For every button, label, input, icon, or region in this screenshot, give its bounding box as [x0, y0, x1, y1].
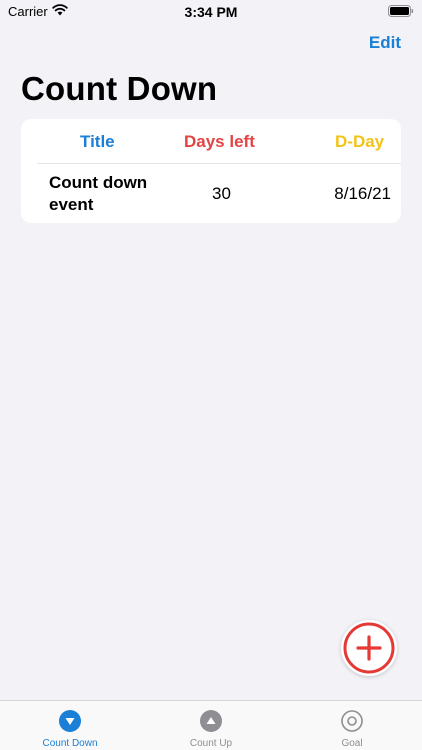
- status-bar: Carrier 3:34 PM: [0, 0, 422, 24]
- header-title: Title: [80, 132, 115, 151]
- header-dday: D-Day: [335, 132, 385, 151]
- add-event-button[interactable]: [341, 620, 397, 676]
- header-days-left: Days left: [184, 132, 255, 151]
- row-days-left: 30: [212, 184, 231, 203]
- screen: Carrier 3:34 PM Edit Count Down Title Da…: [0, 0, 422, 750]
- status-time: 3:34 PM: [184, 4, 238, 20]
- target-circle-icon: [341, 710, 363, 737]
- tab-count-up[interactable]: Count Up: [141, 701, 281, 750]
- countdown-table: Title Days left D-Day Count down event 3…: [21, 119, 401, 223]
- table-row[interactable]: Count down event 30 8/16/21: [21, 164, 401, 223]
- tab-goal[interactable]: Goal: [282, 701, 422, 750]
- row-dday: 8/16/21: [334, 184, 391, 203]
- triangle-down-circle-icon: [59, 710, 81, 737]
- tab-label-goal: Goal: [341, 738, 363, 749]
- tab-label-count-up: Count Up: [189, 738, 233, 749]
- battery-icon: [388, 5, 414, 20]
- tab-bar: Count Down Count Up Goal: [0, 700, 422, 750]
- page-title: Count Down: [21, 70, 218, 107]
- plus-circle-icon: [343, 622, 395, 674]
- triangle-up-circle-icon: [200, 710, 222, 737]
- tab-label-count-down: Count Down: [42, 738, 98, 749]
- table-header: Title Days left D-Day: [21, 119, 401, 163]
- tab-count-down[interactable]: Count Down: [0, 701, 140, 750]
- row-title: Count down event: [49, 173, 148, 214]
- edit-button[interactable]: Edit: [369, 33, 401, 53]
